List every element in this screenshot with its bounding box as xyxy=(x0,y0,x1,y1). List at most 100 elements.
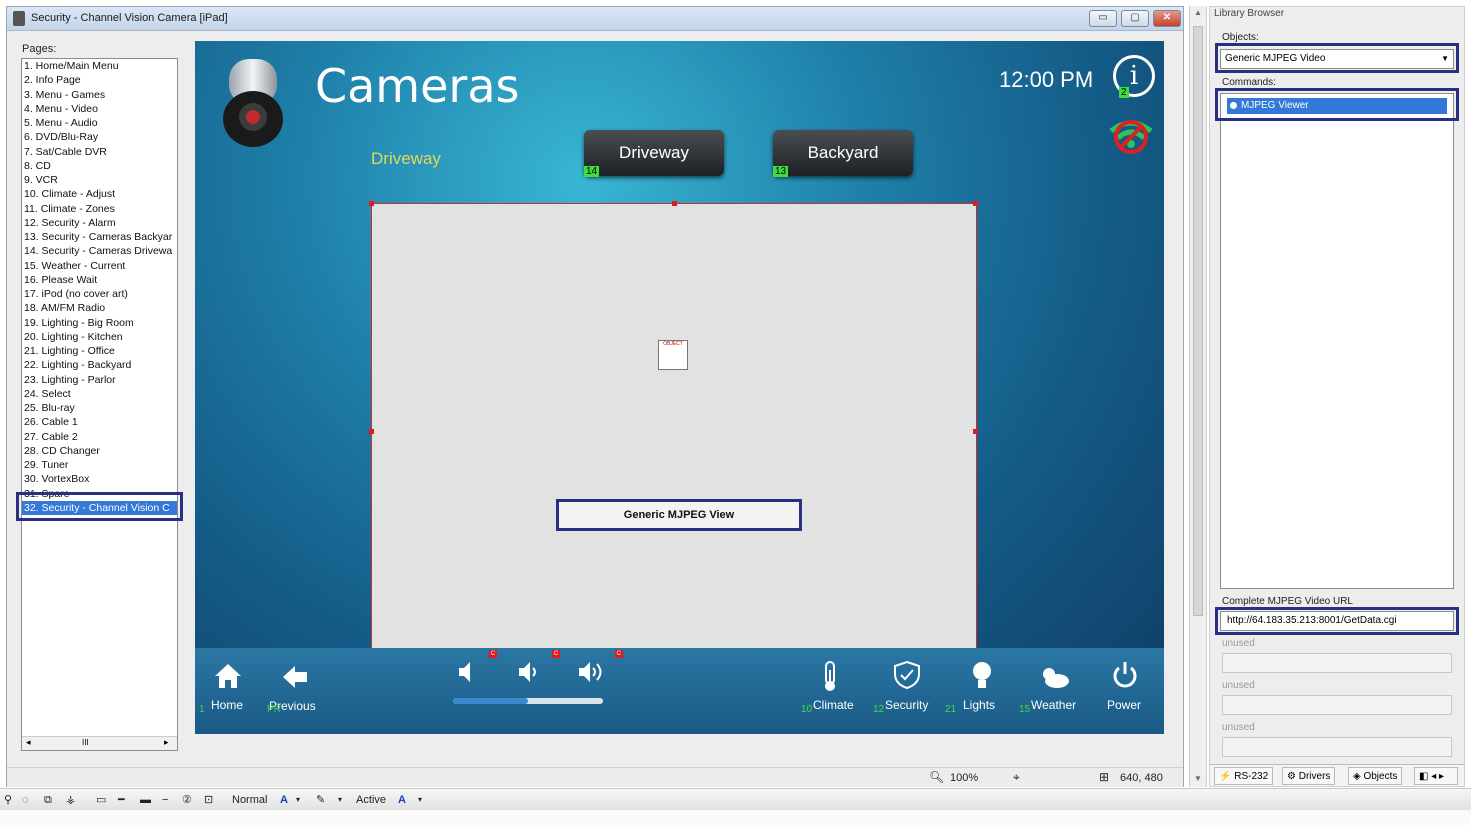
number-tool-icon[interactable]: ② xyxy=(182,792,192,808)
weather-label[interactable]: Weather xyxy=(1031,698,1076,712)
resize-handle[interactable] xyxy=(369,429,374,434)
scroll-right-icon[interactable]: ▸ xyxy=(164,737,169,748)
page-list-item[interactable]: 25. Blu-ray xyxy=(22,401,177,415)
page-list-item[interactable]: 12. Security - Alarm xyxy=(22,216,177,230)
home-icon[interactable] xyxy=(213,662,243,690)
unused-field-1[interactable] xyxy=(1222,653,1452,673)
unused-field-2[interactable] xyxy=(1222,695,1452,715)
back-arrow-icon[interactable] xyxy=(281,664,309,690)
tab-label: RS-232 xyxy=(1234,771,1269,782)
page-list-item[interactable]: 11. Climate - Zones xyxy=(22,202,177,216)
resize-handle[interactable] xyxy=(369,201,374,206)
page-list-item[interactable]: 30. VortexBox xyxy=(22,472,177,486)
page-list-item[interactable]: 3. Menu - Games xyxy=(22,88,177,102)
line-tool-icon[interactable]: ━ xyxy=(118,792,125,808)
chevron-down-icon[interactable]: ▾ xyxy=(418,792,422,808)
tab-objects[interactable]: ◈ Objects xyxy=(1348,767,1403,785)
tab-scroll-arrows[interactable]: ◧ ◂ ▸ xyxy=(1414,767,1458,785)
zoom-icon[interactable]: 🔍︎ xyxy=(929,770,944,784)
scroll-down-icon[interactable]: ▼ xyxy=(1194,774,1202,783)
volume-down-icon[interactable] xyxy=(517,660,541,684)
minimize-button[interactable]: ▭ xyxy=(1089,10,1117,27)
zoom-level[interactable]: 100% xyxy=(950,772,978,784)
resize-handle[interactable] xyxy=(973,201,978,206)
volume-mute-icon[interactable] xyxy=(457,660,477,684)
climate-label[interactable]: Climate xyxy=(813,698,854,712)
splitter-thumb[interactable] xyxy=(1193,26,1203,616)
wifi-disconnected-icon[interactable] xyxy=(1105,113,1157,157)
font-color-icon[interactable]: A xyxy=(280,792,288,808)
tab-rs232[interactable]: ⚡ RS-232 xyxy=(1214,767,1274,785)
page-list-item[interactable]: 23. Lighting - Parlor xyxy=(22,373,177,387)
style-active[interactable]: Active xyxy=(356,792,386,808)
page-list-item[interactable]: 18. AM/FM Radio xyxy=(22,301,177,315)
page-list-item[interactable]: 27. Cable 2 xyxy=(22,430,177,444)
resize-handle[interactable] xyxy=(973,429,978,434)
page-list-item[interactable]: 6. DVD/Blu-Ray xyxy=(22,130,177,144)
unused-field-3[interactable] xyxy=(1222,737,1452,757)
page-list-item[interactable]: 29. Tuner xyxy=(22,458,177,472)
shield-icon[interactable] xyxy=(893,660,921,690)
button-tool-icon[interactable]: ▬ xyxy=(140,792,151,808)
close-button[interactable]: ✕ xyxy=(1153,10,1181,27)
power-label[interactable]: Power xyxy=(1107,698,1141,712)
page-list-item[interactable]: 22. Lighting - Backyard xyxy=(22,358,177,372)
dash-tool-icon[interactable]: − xyxy=(162,792,168,808)
page-list-item[interactable]: 4. Menu - Video xyxy=(22,102,177,116)
maximize-button[interactable]: ▢ xyxy=(1121,10,1149,27)
page-list-item[interactable]: 17. iPod (no cover art) xyxy=(22,287,177,301)
scroll-up-icon[interactable]: ▲ xyxy=(1194,8,1202,17)
pages-list[interactable]: 1. Home/Main Menu 2. Info Page 3. Menu - G… xyxy=(21,58,178,751)
scroll-thumb[interactable]: III xyxy=(82,738,89,747)
layer-tool-icon[interactable]: ⧉ xyxy=(44,792,52,808)
page-list-item[interactable]: 1. Home/Main Menu xyxy=(22,59,177,73)
chevron-down-icon[interactable]: ▾ xyxy=(338,792,342,808)
page-list-item[interactable]: 10. Climate - Adjust xyxy=(22,187,177,201)
page-list-item[interactable]: 24. Select xyxy=(22,387,177,401)
mjpeg-viewer-object[interactable]: OBJECT Generic MJPEG View xyxy=(369,201,978,660)
volume-slider[interactable] xyxy=(453,698,603,704)
page-list-item[interactable]: 7. Sat/Cable DVR xyxy=(22,145,177,159)
page-list-item[interactable]: 16. Please Wait xyxy=(22,273,177,287)
power-icon[interactable] xyxy=(1111,660,1139,690)
page-list-item[interactable]: 2. Info Page xyxy=(22,73,177,87)
lights-label[interactable]: Lights xyxy=(963,698,995,712)
resize-handle[interactable] xyxy=(672,201,677,206)
active-font-color-icon[interactable]: A xyxy=(398,792,406,808)
pages-label: Pages: xyxy=(22,43,57,55)
fill-color-icon[interactable]: ✎ xyxy=(316,792,325,808)
home-label[interactable]: Home xyxy=(211,698,243,712)
tree-tool-icon[interactable]: ⚶ xyxy=(66,792,75,808)
design-canvas[interactable]: Cameras Driveway 12:00 PM i 2 Driveway 1… xyxy=(195,41,1164,734)
frame-tool-icon[interactable]: ⊡ xyxy=(204,792,213,808)
page-list-item[interactable]: 20. Lighting - Kitchen xyxy=(22,330,177,344)
volume-up-icon[interactable] xyxy=(577,660,607,684)
rectangle-tool-icon[interactable]: ▭ xyxy=(96,792,106,808)
page-list-item[interactable]: 28. CD Changer xyxy=(22,444,177,458)
page-list-item[interactable]: 26. Cable 1 xyxy=(22,415,177,429)
page-list-item[interactable]: 15. Weather - Current xyxy=(22,259,177,273)
pages-items: 1. Home/Main Menu 2. Info Page 3. Menu - G… xyxy=(22,59,177,515)
weather-cloud-icon[interactable] xyxy=(1037,664,1071,690)
chevron-down-icon[interactable]: ▾ xyxy=(296,792,300,808)
pages-horizontal-scrollbar[interactable]: ◂ III ▸ xyxy=(22,736,177,750)
page-list-item[interactable]: 21. Lighting - Office xyxy=(22,344,177,358)
page-list-item[interactable]: 8. CD xyxy=(22,159,177,173)
page-list-item[interactable]: 13. Security - Cameras Backyar xyxy=(22,230,177,244)
lightbulb-icon[interactable] xyxy=(971,660,993,692)
pointer-tool-icon[interactable]: ⚲ xyxy=(4,792,12,808)
lasso-tool-icon[interactable]: ◌ xyxy=(22,792,29,808)
page-list-item[interactable]: 14. Security - Cameras Drivewa xyxy=(22,244,177,258)
page-list-item[interactable]: 9. VCR xyxy=(22,173,177,187)
commands-list[interactable]: MJPEG Viewer xyxy=(1220,93,1454,589)
style-normal[interactable]: Normal xyxy=(232,792,267,808)
tab-drivers[interactable]: ⚙ Drivers xyxy=(1282,767,1336,785)
thermometer-icon[interactable] xyxy=(821,660,839,692)
page-list-item[interactable]: 19. Lighting - Big Room xyxy=(22,316,177,330)
backyard-camera-button[interactable]: Backyard xyxy=(773,130,913,176)
panel-splitter[interactable]: ▲ ▼ xyxy=(1189,6,1207,787)
scroll-left-icon[interactable]: ◂ xyxy=(26,737,31,748)
security-label[interactable]: Security xyxy=(885,698,928,712)
page-list-item[interactable]: 5. Menu - Audio xyxy=(22,116,177,130)
driveway-camera-button[interactable]: Driveway xyxy=(584,130,724,176)
